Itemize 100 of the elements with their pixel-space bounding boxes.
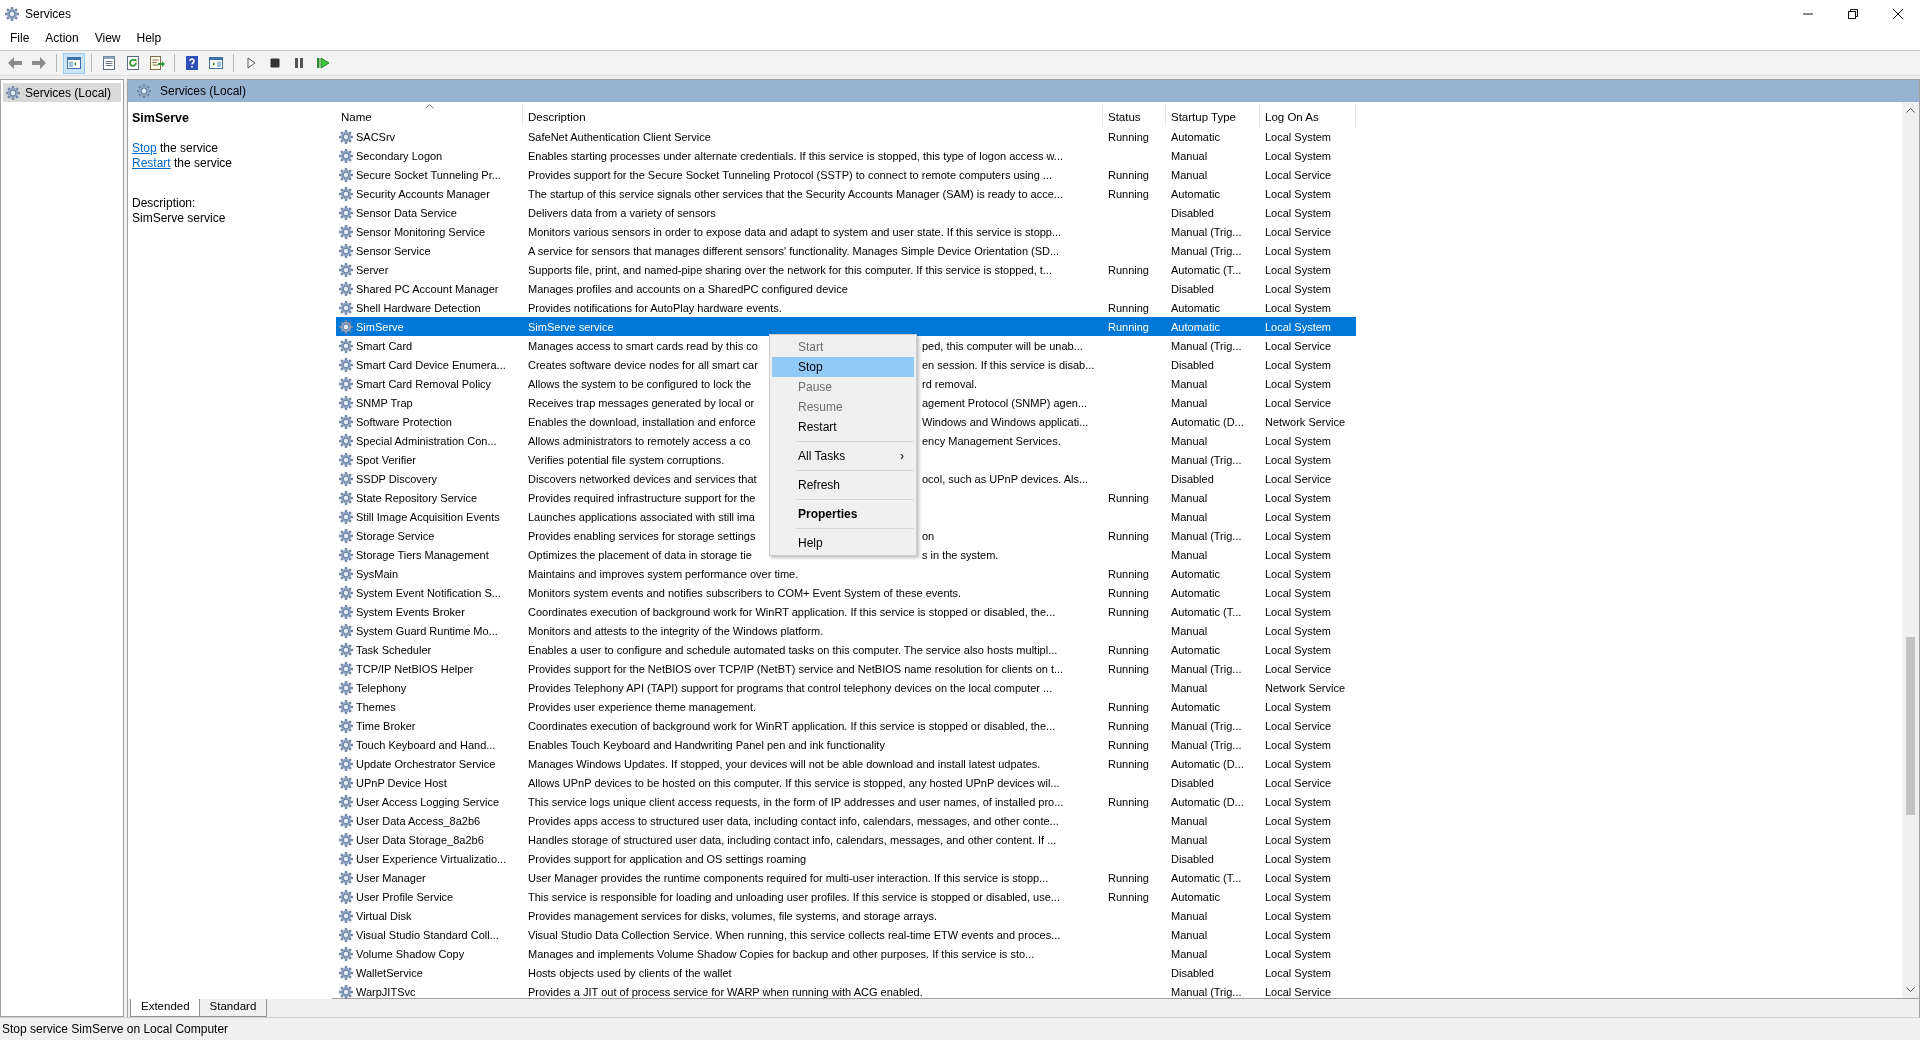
service-name[interactable]: Time Broker bbox=[356, 719, 416, 732]
menu-item[interactable]: All Tasks › bbox=[772, 446, 914, 466]
scrollbar-thumb[interactable] bbox=[1906, 637, 1915, 815]
service-name[interactable]: Secure Socket Tunneling Pr... bbox=[356, 168, 501, 181]
service-name[interactable]: SACSrv bbox=[356, 130, 396, 143]
gear-icon bbox=[338, 945, 354, 962]
gear-icon bbox=[338, 660, 354, 677]
refresh-icon[interactable] bbox=[125, 55, 141, 71]
service-name[interactable]: User Data Storage_8a2b6 bbox=[356, 833, 484, 846]
service-name[interactable]: Still Image Acquisition Events bbox=[356, 510, 500, 523]
forward-arrow-icon[interactable] bbox=[31, 55, 47, 71]
service-name[interactable]: SNMP Trap bbox=[356, 396, 413, 409]
startup-type-text: Manual (Trig... bbox=[1171, 719, 1242, 732]
log-on-as-text: Local System bbox=[1265, 434, 1332, 447]
console-tree-icon[interactable] bbox=[66, 55, 82, 71]
service-name[interactable]: System Event Notification S... bbox=[356, 586, 501, 599]
column-header[interactable]: Description bbox=[523, 104, 1103, 126]
startup-type-text: Manual (Trig... bbox=[1171, 662, 1242, 675]
gear-icon bbox=[338, 242, 354, 259]
service-name[interactable]: Spot Verifier bbox=[356, 453, 416, 466]
service-name[interactable]: Touch Keyboard and Hand... bbox=[356, 738, 496, 751]
service-name[interactable]: Sensor Monitoring Service bbox=[356, 225, 485, 238]
menu-item[interactable]: Help bbox=[128, 29, 170, 47]
service-name[interactable]: SysMain bbox=[356, 567, 399, 580]
scrollbar[interactable] bbox=[1902, 102, 1919, 998]
view-tab[interactable]: Standard bbox=[198, 999, 268, 1017]
menu-item[interactable]: Stop bbox=[772, 357, 914, 377]
menu-item[interactable]: File bbox=[2, 29, 38, 47]
column-header[interactable]: Name bbox=[336, 104, 523, 126]
service-name[interactable]: Themes bbox=[356, 700, 396, 713]
scroll-down-icon[interactable] bbox=[1906, 987, 1915, 992]
log-on-as-text: Local Service bbox=[1265, 225, 1332, 238]
help-icon[interactable] bbox=[184, 55, 200, 71]
service-name[interactable]: UPnP Device Host bbox=[356, 776, 447, 789]
menu-item[interactable]: Action bbox=[37, 29, 87, 47]
service-name[interactable]: Update Orchestrator Service bbox=[356, 757, 496, 770]
log-on-as-text: Local Service bbox=[1265, 168, 1332, 181]
startup-type-text: Manual bbox=[1171, 624, 1208, 637]
description-text: SimServe service bbox=[528, 320, 614, 333]
service-name[interactable]: Storage Tiers Management bbox=[356, 548, 489, 561]
startup-type-text: Manual bbox=[1171, 909, 1208, 922]
service-name[interactable]: User Access Logging Service bbox=[356, 795, 500, 808]
service-name[interactable]: Special Administration Con... bbox=[356, 434, 497, 447]
service-name[interactable]: Sensor Service bbox=[356, 244, 431, 257]
service-name[interactable]: Software Protection bbox=[356, 415, 452, 428]
properties-icon[interactable] bbox=[101, 55, 117, 71]
service-name[interactable]: Virtual Disk bbox=[356, 909, 412, 922]
column-header[interactable]: Status bbox=[1103, 104, 1166, 126]
service-name[interactable]: Shared PC Account Manager bbox=[356, 282, 499, 295]
log-on-as-text: Local System bbox=[1265, 130, 1332, 143]
column-header[interactable]: Startup Type bbox=[1166, 104, 1260, 126]
service-name[interactable]: TCP/IP NetBIOS Helper bbox=[356, 662, 474, 675]
column-header[interactable]: Log On As bbox=[1260, 104, 1356, 126]
service-name[interactable]: Storage Service bbox=[356, 529, 435, 542]
close-icon[interactable] bbox=[1892, 8, 1903, 19]
tree-item[interactable]: Services (Local) bbox=[3, 83, 121, 102]
service-name[interactable]: Server bbox=[356, 263, 389, 276]
service-name[interactable]: Smart Card bbox=[356, 339, 413, 352]
startup-type-text: Manual bbox=[1171, 814, 1208, 827]
service-name[interactable]: Visual Studio Standard Coll... bbox=[356, 928, 499, 941]
export-icon[interactable] bbox=[149, 55, 165, 71]
service-name[interactable]: User Manager bbox=[356, 871, 426, 884]
service-name[interactable]: Telephony bbox=[356, 681, 407, 694]
menu-item[interactable]: View bbox=[86, 29, 129, 47]
log-on-as-text: Local Service bbox=[1265, 472, 1332, 485]
service-name[interactable]: Smart Card Removal Policy bbox=[356, 377, 492, 390]
menu-item[interactable]: Restart bbox=[772, 417, 914, 437]
service-name[interactable]: Security Accounts Manager bbox=[356, 187, 490, 200]
service-name[interactable]: System Guard Runtime Mo... bbox=[356, 624, 498, 637]
service-name[interactable]: User Data Access_8a2b6 bbox=[356, 814, 481, 827]
service-name[interactable]: SSDP Discovery bbox=[356, 472, 438, 485]
menu-item[interactable]: Refresh bbox=[772, 475, 914, 495]
gear-icon bbox=[338, 679, 354, 696]
restore-icon[interactable] bbox=[1847, 8, 1858, 19]
pane-icon[interactable] bbox=[208, 55, 224, 71]
action-link[interactable]: Restart bbox=[132, 156, 171, 170]
service-name[interactable]: User Profile Service bbox=[356, 890, 454, 903]
service-name[interactable]: System Events Broker bbox=[356, 605, 465, 618]
action-link[interactable]: Stop bbox=[132, 141, 157, 155]
service-name[interactable]: SimServe bbox=[356, 320, 404, 333]
service-name[interactable]: Smart Card Device Enumera... bbox=[356, 358, 506, 371]
gear-icon bbox=[338, 546, 354, 563]
startup-type-text: Manual bbox=[1171, 510, 1208, 523]
menu-item[interactable]: Help bbox=[772, 533, 914, 553]
service-name[interactable]: WarpJITSvc bbox=[356, 985, 416, 998]
service-name[interactable]: WalletService bbox=[356, 966, 423, 979]
view-tab[interactable]: Extended bbox=[130, 999, 201, 1017]
service-name[interactable]: State Repository Service bbox=[356, 491, 478, 504]
menu-item[interactable]: Properties bbox=[772, 504, 914, 524]
scroll-up-icon[interactable] bbox=[1906, 108, 1915, 113]
service-name[interactable]: Secondary Logon bbox=[356, 149, 443, 162]
service-name[interactable]: Sensor Data Service bbox=[356, 206, 457, 219]
service-name[interactable]: Shell Hardware Detection bbox=[356, 301, 481, 314]
selected-row[interactable]: SimServe SimServe service Running Automatic Local System bbox=[336, 317, 1356, 336]
resume-icon[interactable] bbox=[315, 55, 331, 71]
startup-type-text: Automatic (T... bbox=[1171, 263, 1242, 276]
back-arrow-icon[interactable] bbox=[7, 55, 23, 71]
service-name[interactable]: Volume Shadow Copy bbox=[356, 947, 465, 960]
service-name[interactable]: User Experience Virtualizatio... bbox=[356, 852, 507, 865]
service-name[interactable]: Task Scheduler bbox=[356, 643, 432, 656]
